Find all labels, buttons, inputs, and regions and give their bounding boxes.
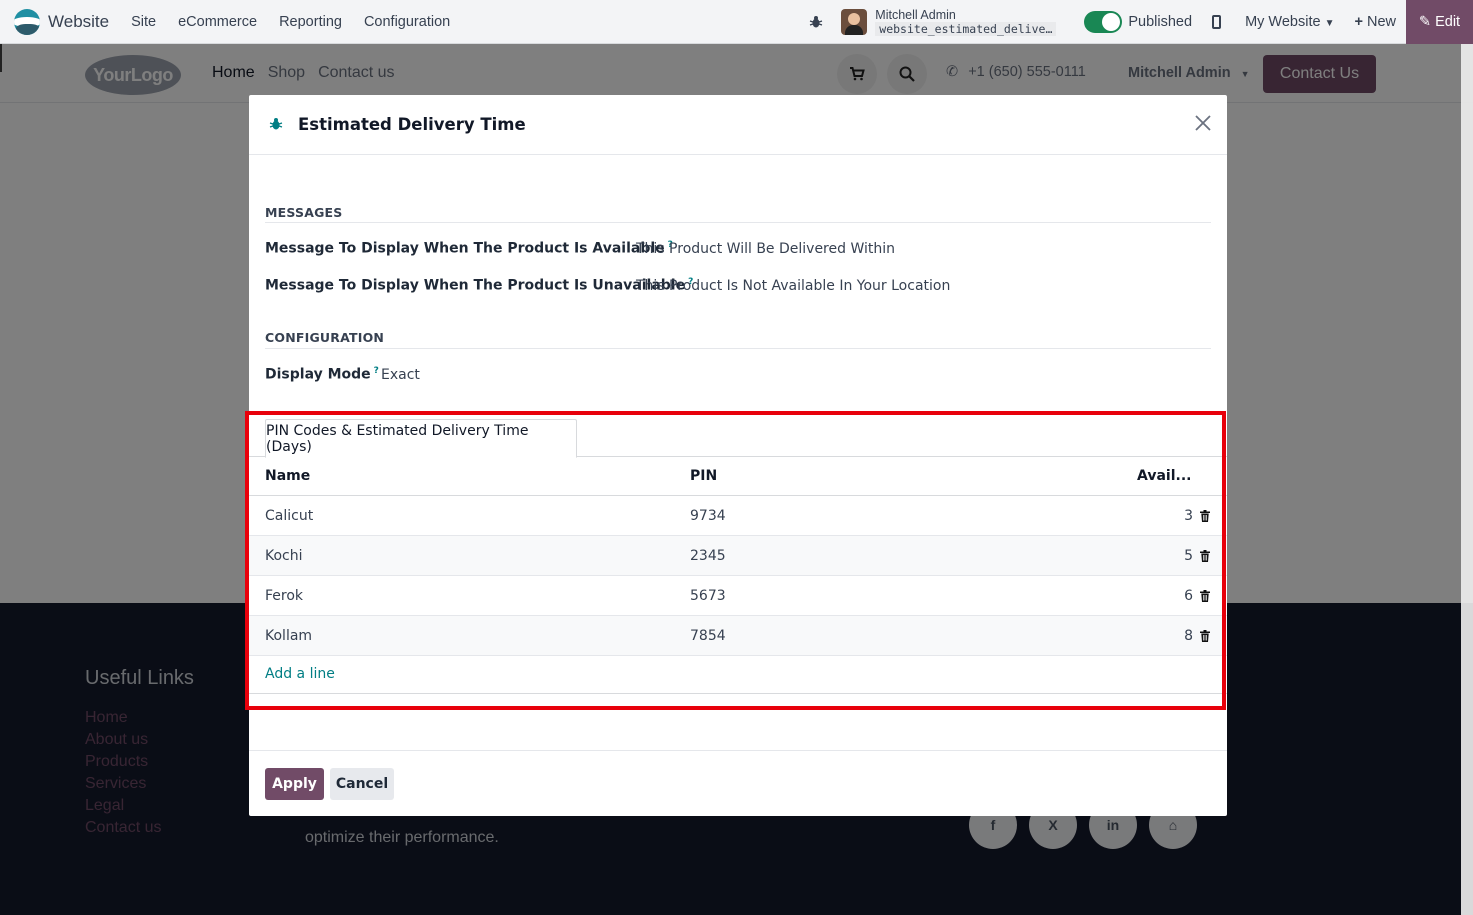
app-name: Website bbox=[48, 11, 110, 31]
row-pin[interactable]: 9734 bbox=[690, 508, 726, 524]
column-available[interactable]: Avail... bbox=[1137, 468, 1191, 484]
trash-icon[interactable] bbox=[1200, 590, 1210, 602]
messages-section-title: MESSAGES bbox=[265, 205, 343, 220]
website-selector-label: My Website bbox=[1245, 14, 1321, 30]
apply-button[interactable]: Apply bbox=[265, 768, 324, 800]
user-avatar[interactable] bbox=[841, 9, 868, 35]
row-pin[interactable]: 5673 bbox=[690, 588, 726, 604]
row-name[interactable]: Kollam bbox=[265, 628, 312, 644]
table-row[interactable]: Kollam 7854 8 bbox=[249, 616, 1227, 656]
available-message-label-text: Message To Display When The Product Is A… bbox=[265, 240, 665, 257]
trash-icon[interactable] bbox=[1200, 550, 1210, 562]
mobile-preview-icon[interactable] bbox=[1212, 15, 1222, 29]
row-name[interactable]: Calicut bbox=[265, 508, 313, 524]
row-avail[interactable]: 3 bbox=[1184, 508, 1193, 524]
notebook-tabs: PIN Codes & Estimated Delivery Time (Day… bbox=[249, 417, 1227, 458]
row-pin[interactable]: 2345 bbox=[690, 548, 726, 564]
published-toggle[interactable] bbox=[1084, 11, 1123, 33]
available-message-value[interactable]: This Product Will Be Delivered Within bbox=[636, 241, 895, 257]
tab-pin-codes[interactable]: PIN Codes & Estimated Delivery Time (Day… bbox=[265, 419, 577, 458]
help-tooltip-icon[interactable]: ? bbox=[374, 366, 379, 376]
app-brand[interactable]: Website bbox=[14, 8, 110, 35]
menu-ecommerce[interactable]: eCommerce bbox=[178, 14, 257, 30]
admin-navbar: Website Site eCommerce Reporting Configu… bbox=[0, 0, 1473, 44]
admin-menu: Site eCommerce Reporting Configuration bbox=[131, 14, 450, 30]
caret-down-icon: ▼ bbox=[1324, 18, 1335, 29]
table-row[interactable]: Kochi 2345 5 bbox=[249, 536, 1227, 576]
table-row[interactable]: Calicut 9734 3 bbox=[249, 496, 1227, 536]
new-label: New bbox=[1366, 14, 1396, 30]
add-line-link[interactable]: Add a line bbox=[265, 666, 335, 682]
pencil-icon: ✎ bbox=[1418, 14, 1432, 30]
website-app-icon bbox=[14, 8, 40, 35]
page-scrollbar[interactable] bbox=[1461, 44, 1473, 915]
section-divider bbox=[265, 222, 1211, 223]
column-pin[interactable]: PIN bbox=[690, 468, 717, 484]
trash-icon[interactable] bbox=[1200, 510, 1210, 522]
estimated-delivery-dialog: Estimated Delivery Time MESSAGES Message… bbox=[249, 95, 1227, 816]
row-name[interactable]: Ferok bbox=[265, 588, 303, 604]
row-name[interactable]: Kochi bbox=[265, 548, 303, 564]
published-label: Published bbox=[1128, 14, 1193, 30]
row-pin[interactable]: 7854 bbox=[690, 628, 726, 644]
new-button[interactable]: + New bbox=[1354, 14, 1396, 30]
row-avail[interactable]: 5 bbox=[1184, 548, 1193, 564]
edit-label: Edit bbox=[1435, 14, 1461, 30]
dialog-title: Estimated Delivery Time bbox=[298, 115, 526, 134]
user-name: Mitchell Admin bbox=[875, 8, 956, 22]
edit-button[interactable]: ✎ Edit bbox=[1406, 0, 1473, 44]
debug-bug-icon[interactable] bbox=[809, 15, 823, 29]
plus-icon: + bbox=[1354, 14, 1363, 30]
cancel-button[interactable]: Cancel bbox=[330, 768, 394, 800]
menu-configuration[interactable]: Configuration bbox=[364, 14, 450, 30]
column-name[interactable]: Name bbox=[265, 468, 310, 484]
configuration-section-title: CONFIGURATION bbox=[265, 330, 385, 345]
unavailable-message-label: Message To Display When The Product Is U… bbox=[265, 277, 693, 294]
database-name: website_estimated_delive… bbox=[875, 22, 1057, 36]
admin-navbar-right: Mitchell Admin website_estimated_delive…… bbox=[809, 0, 1473, 44]
menu-reporting[interactable]: Reporting bbox=[279, 14, 342, 30]
table-header: Name PIN Avail... bbox=[249, 457, 1227, 496]
website-selector[interactable]: My Website ▼ bbox=[1245, 14, 1334, 30]
unavailable-message-value[interactable]: This Product Is Not Available In Your Lo… bbox=[636, 278, 950, 294]
dialog-header: Estimated Delivery Time bbox=[249, 95, 1227, 155]
trash-icon[interactable] bbox=[1200, 630, 1210, 642]
unavailable-message-label-text: Message To Display When The Product Is U… bbox=[265, 277, 686, 294]
dialog-footer: Apply Cancel bbox=[249, 750, 1227, 816]
menu-site[interactable]: Site bbox=[131, 14, 156, 30]
table-row[interactable]: Ferok 5673 6 bbox=[249, 576, 1227, 616]
display-mode-value[interactable]: Exact bbox=[381, 367, 420, 383]
table-bottom-border bbox=[249, 693, 1227, 694]
row-avail[interactable]: 8 bbox=[1184, 628, 1193, 644]
display-mode-label-text: Display Mode bbox=[265, 366, 371, 383]
close-icon[interactable] bbox=[1193, 113, 1213, 133]
debug-bug-icon bbox=[269, 118, 283, 130]
section-divider bbox=[265, 348, 1211, 349]
row-avail[interactable]: 6 bbox=[1184, 588, 1193, 604]
available-message-label: Message To Display When The Product Is A… bbox=[265, 240, 673, 257]
display-mode-label: Display Mode? bbox=[265, 366, 379, 383]
user-menu[interactable]: Mitchell Admin website_estimated_delive… bbox=[875, 8, 1057, 36]
left-edge bbox=[0, 44, 2, 72]
